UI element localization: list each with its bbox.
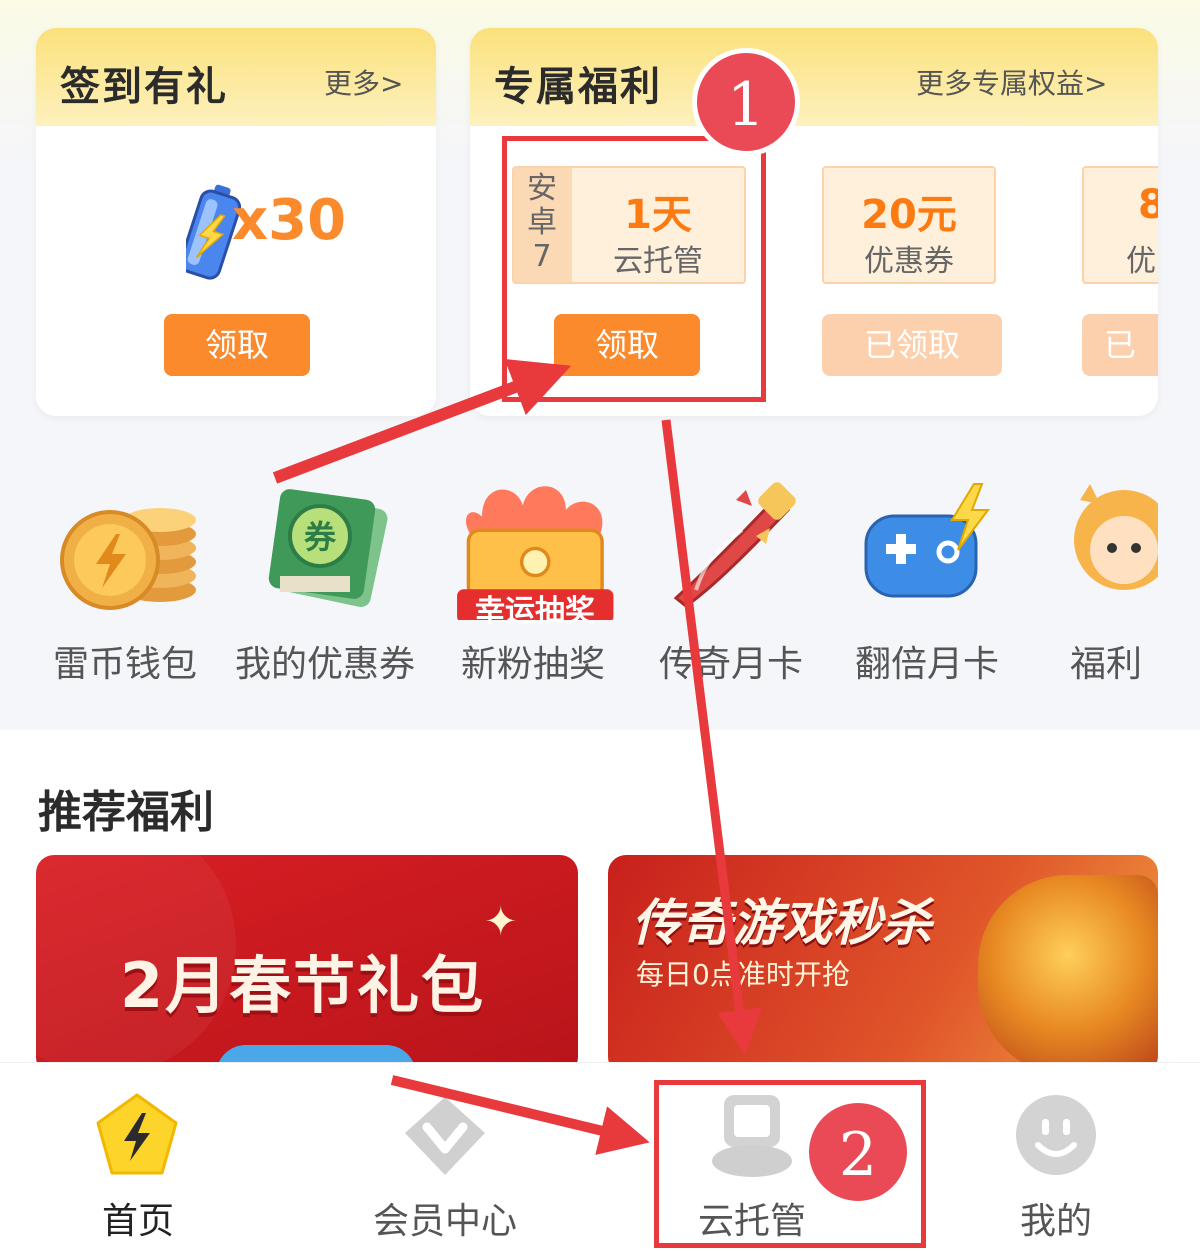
annotation-arrows [272,358,762,1155]
annotation-step-badge-2: 2 [804,1098,912,1206]
annotation-step-badge-1: 1 [692,48,800,156]
